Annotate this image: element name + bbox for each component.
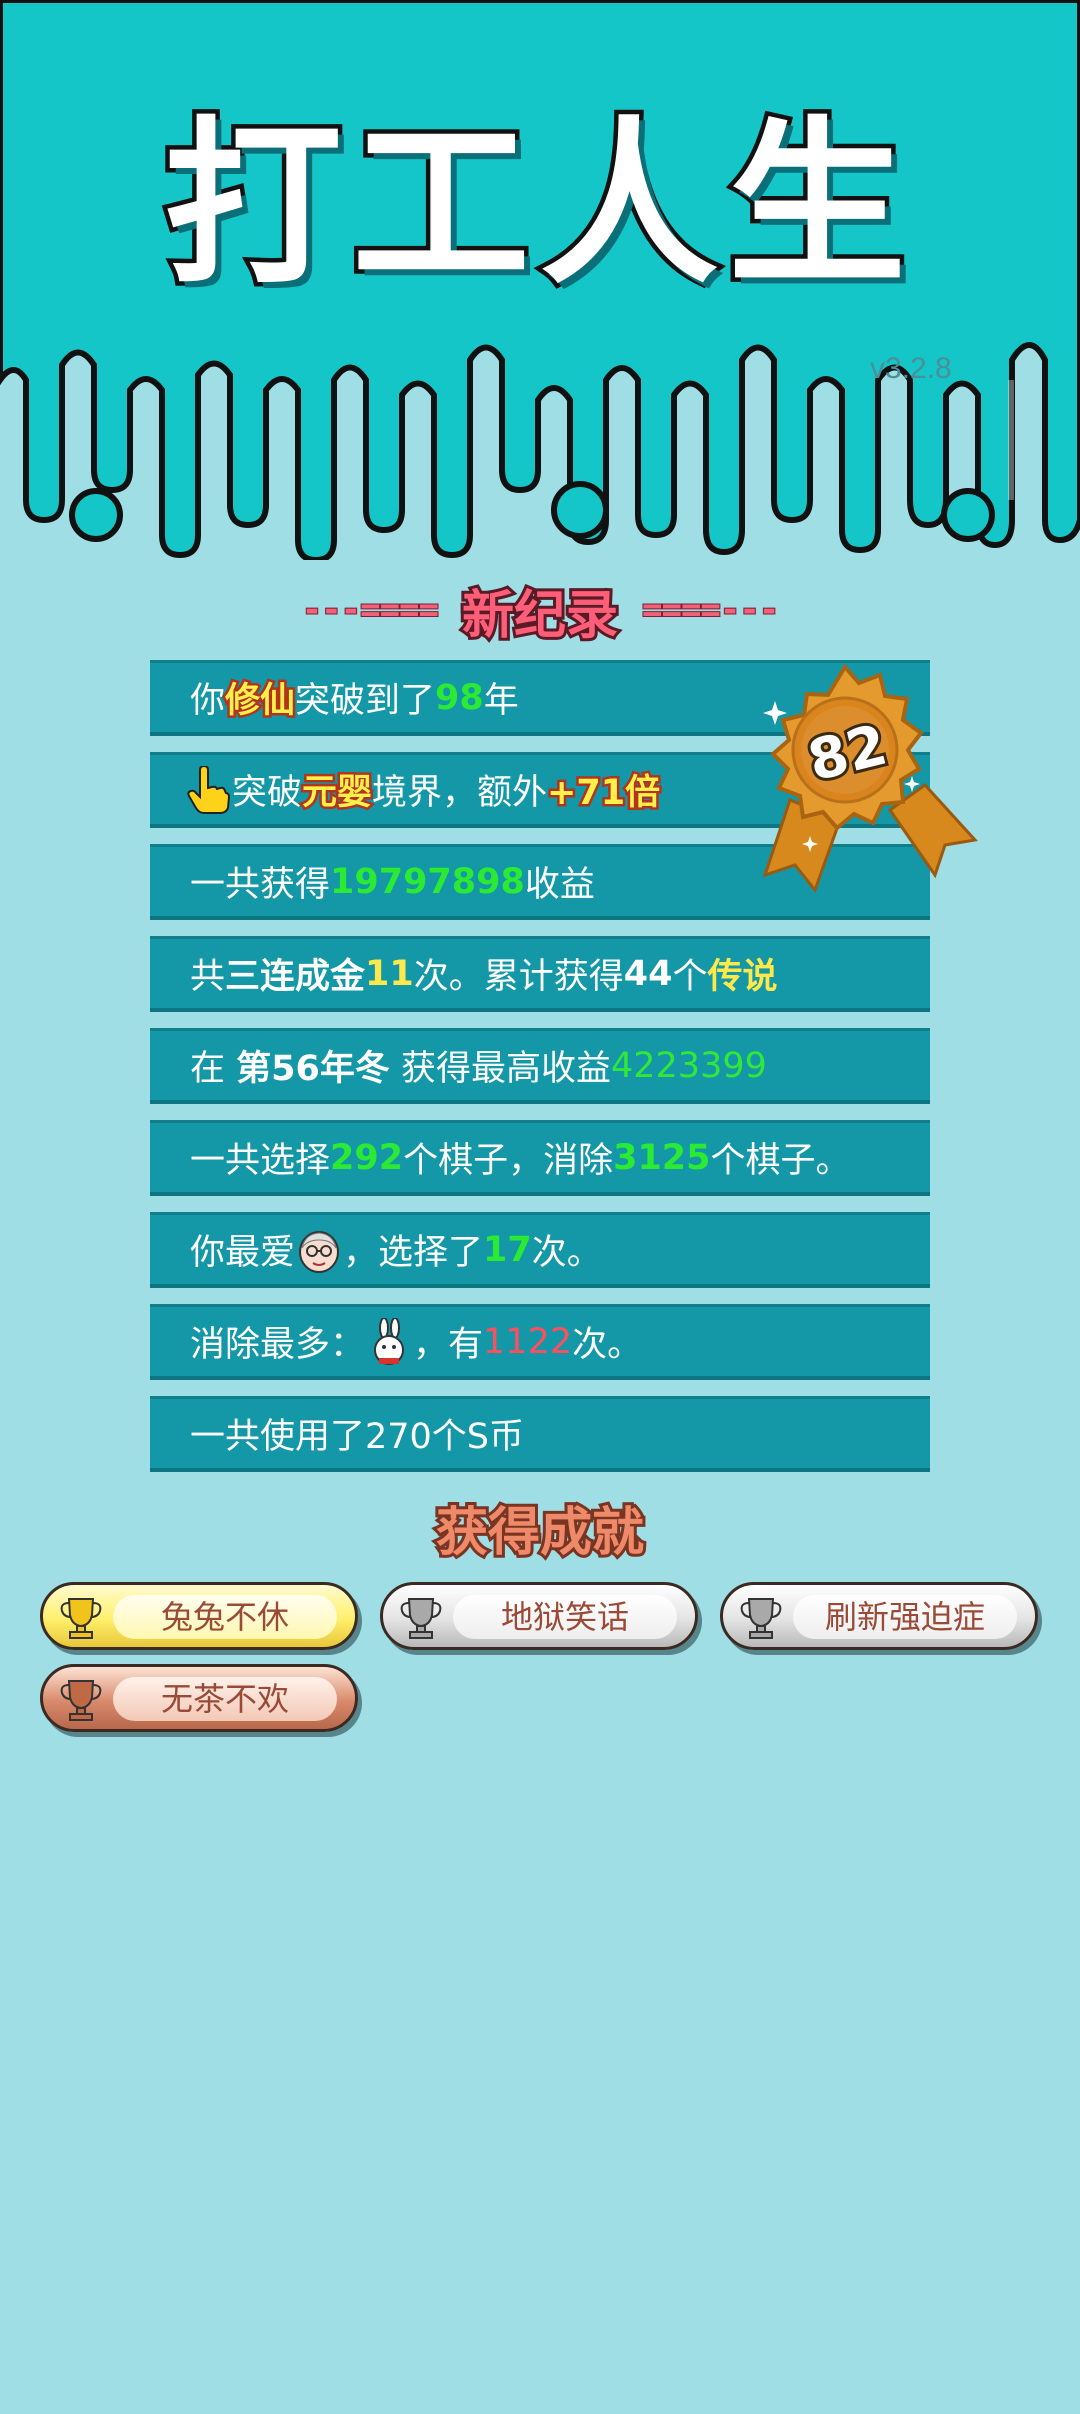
selected-pieces-count: 292 xyxy=(330,1137,404,1178)
score-medal: 82 xyxy=(762,663,978,894)
old-man-face-icon xyxy=(299,1230,340,1273)
game-title: 打工人生 xyxy=(160,97,916,313)
triple-gold-count: 11 xyxy=(365,953,414,994)
cultivation-years: 98 xyxy=(435,677,484,718)
achievements-title: 获得成就 xyxy=(433,1500,647,1566)
total-income-value: 19797898 xyxy=(330,861,525,902)
achievement-label: 地狱笑话 xyxy=(453,1595,677,1639)
trophy-icon xyxy=(400,1598,442,1639)
coins-used-text: 一共使用了270个S币 xyxy=(190,1417,525,1457)
stat-row-coins: 一共使用了270个S币 xyxy=(150,1396,930,1472)
trophy-icon xyxy=(740,1598,782,1639)
new-record-header: ---==== 新纪录 ====--- xyxy=(0,575,1080,649)
record-deco-left: ---==== xyxy=(301,589,440,631)
cultivation-tag: 修仙 xyxy=(223,679,298,724)
legend-count: 44 xyxy=(623,953,673,994)
realm-bonus: +71倍 xyxy=(545,771,663,816)
best-income-value: 4223399 xyxy=(611,1045,767,1086)
achievement-badge-silver[interactable]: 刷新强迫症 xyxy=(720,1582,1038,1650)
hand-pointer-icon xyxy=(187,765,230,814)
achievement-badge-gold[interactable]: 兔兔不休 xyxy=(40,1582,358,1650)
stat-row-most-eliminated: 消除最多： ，有 1122 次。 xyxy=(150,1304,930,1380)
stat-row-pieces: 一共选择 292 个棋子，消除 3125 个棋子。 xyxy=(150,1120,930,1196)
stat-row-best-income: 在 第56年冬 获得最高收益 4223399 xyxy=(150,1028,930,1104)
rabbit-icon xyxy=(374,1317,405,1365)
achievement-label: 刷新强迫症 xyxy=(793,1595,1017,1639)
stat-row-favorite: 你最爱 ，选择了 17 次。 xyxy=(150,1212,930,1288)
record-deco-right: ====--- xyxy=(641,589,780,631)
achievement-badge-bronze[interactable]: 无茶不欢 xyxy=(40,1664,358,1732)
most-eliminated-count: 1122 xyxy=(483,1321,573,1362)
trophy-icon xyxy=(60,1680,102,1721)
favorite-count: 17 xyxy=(483,1229,532,1270)
version-label: v3.2.8 xyxy=(870,352,952,385)
stat-row-triple-gold: 共 三连成金 11 次。累计获得 44 个 传说 xyxy=(150,936,930,1012)
achievement-badge-silver[interactable]: 地狱笑话 xyxy=(380,1582,698,1650)
eliminated-pieces-count: 3125 xyxy=(613,1137,711,1178)
new-record-title: 新纪录 xyxy=(459,583,621,649)
realm-tag: 元婴 xyxy=(300,771,375,816)
trophy-icon xyxy=(60,1598,102,1639)
achievement-label: 兔兔不休 xyxy=(113,1595,337,1639)
achievement-label: 无茶不欢 xyxy=(113,1677,337,1721)
